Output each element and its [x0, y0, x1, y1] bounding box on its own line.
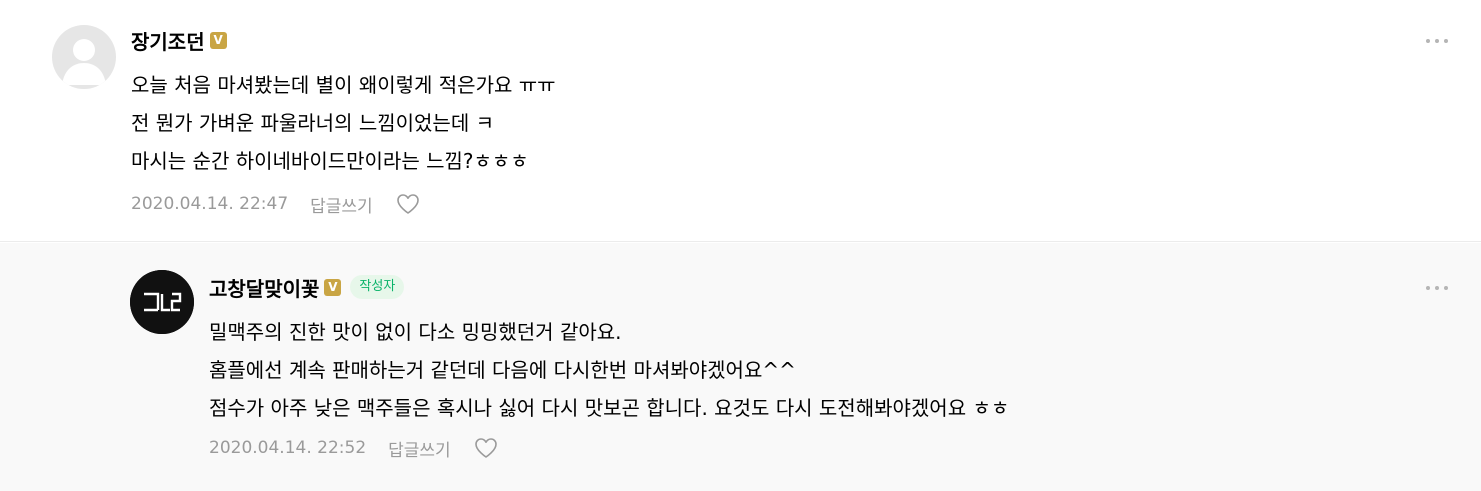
nickname[interactable]: 장기조던	[131, 26, 205, 55]
comment-text: 오늘 처음 마셔봤는데 별이 왜이렇게 적은가요 ㅠㅠ 전 뭔가 가벼운 파울라…	[131, 66, 556, 180]
more-options-button[interactable]	[1424, 278, 1450, 298]
heart-icon	[396, 194, 419, 214]
reply-comment-item: 고창달맞이꽃 V 작성자 밀맥주의 진한 맛이 없이 다소 밍밍했던거 같아요.…	[0, 243, 1481, 491]
nickname-row: 장기조던 V	[131, 26, 227, 54]
avatar[interactable]	[52, 25, 116, 89]
more-dots-icon	[1426, 39, 1448, 43]
comment-line: 밀맥주의 진한 맛이 없이 다소 밍밍했던거 같아요.	[209, 320, 622, 344]
comment-item: 장기조던 V 오늘 처음 마셔봤는데 별이 왜이렇게 적은가요 ㅠㅠ 전 뭔가 …	[0, 0, 1481, 242]
comment-line: 오늘 처음 마셔봤는데 별이 왜이렇게 적은가요 ㅠㅠ	[131, 73, 556, 97]
like-button[interactable]	[473, 435, 499, 461]
nickname[interactable]: 고창달맞이꽃	[209, 273, 319, 302]
blog-logo-icon	[130, 270, 194, 334]
verified-badge: V	[209, 31, 227, 49]
avatar[interactable]	[130, 270, 194, 334]
verified-badge: V	[324, 278, 342, 296]
like-button[interactable]	[395, 191, 421, 217]
more-options-button[interactable]	[1424, 31, 1450, 51]
comment-date: 2020.04.14. 22:52	[209, 438, 367, 458]
comment-meta: 2020.04.14. 22:52 답글쓰기	[209, 435, 499, 461]
comment-date: 2020.04.14. 22:47	[131, 194, 289, 214]
heart-icon	[474, 438, 497, 458]
comment-text: 밀맥주의 진한 맛이 없이 다소 밍밍했던거 같아요. 홈플에선 계속 판매하는…	[209, 313, 1009, 427]
comment-line: 홈플에선 계속 판매하는거 같던데 다음에 다시한번 마셔봐야겠어요^^	[209, 358, 796, 382]
comment-meta: 2020.04.14. 22:47 답글쓰기	[131, 191, 421, 217]
user-silhouette-icon	[62, 39, 106, 85]
reply-button[interactable]: 답글쓰기	[310, 192, 373, 217]
more-dots-icon	[1426, 286, 1448, 290]
reply-button[interactable]: 답글쓰기	[388, 436, 451, 461]
comment-line: 마시는 순간 하이네바이드만이라는 느낌?ㅎㅎㅎ	[131, 149, 529, 173]
nickname-row: 고창달맞이꽃 V 작성자	[209, 273, 405, 302]
comment-line: 점수가 아주 낮은 맥주들은 혹시나 싫어 다시 맛보곤 합니다. 요것도 다시…	[209, 396, 1010, 420]
comment-line: 전 뭔가 가벼운 파울라너의 느낌이었는데 ㅋ	[131, 111, 494, 135]
author-tag: 작성자	[350, 275, 405, 299]
